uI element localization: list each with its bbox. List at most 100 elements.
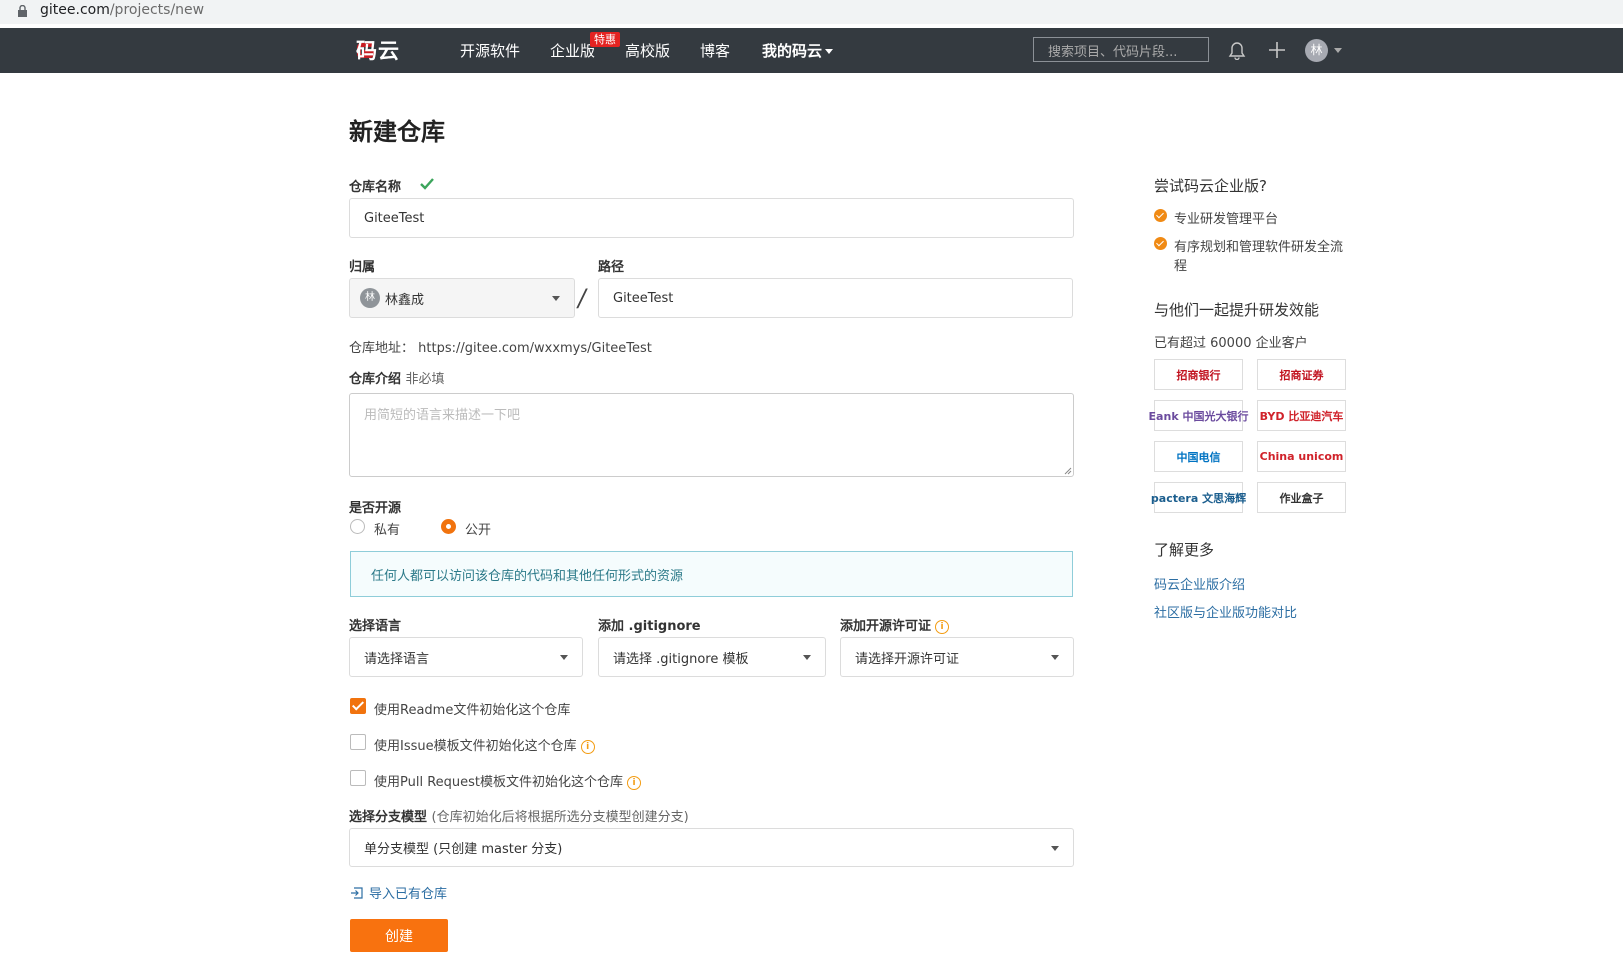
repo-address: 仓库地址： https://gitee.com/wxxmys/GiteeTest [349,337,652,356]
visibility-hint: 任何人都可以访问该仓库的代码和其他任何形式的资源 [350,551,1073,597]
owner-label: 归属 [349,260,376,275]
issue-template-checkbox-row[interactable]: 使用Issue模板文件初始化这个仓库 i [374,735,595,754]
license-label: 添加开源许可证 i [840,615,950,634]
logo-telecom: 中国电信 [1154,441,1243,472]
path-input[interactable]: GiteeTest [598,278,1073,318]
browser-address-bar[interactable]: gitee.com/projects/new [0,0,1623,24]
hot-badge: 特惠 [590,32,620,47]
address-value: https://gitee.com/wxxmys/GiteeTest [418,341,652,356]
search-input[interactable]: 搜索项目、代码片段... [1033,37,1209,62]
description-optional: 非必填 [405,372,445,387]
feature-text: 有序规划和管理软件研发全流程 [1174,240,1344,274]
logo-unicom: China unicom [1257,441,1346,472]
issue-template-checkbox[interactable] [350,734,366,750]
owner-select[interactable]: 林 林鑫成 [349,278,575,318]
url-path: /projects/new [109,2,205,18]
readme-checkbox-label[interactable]: 使用Readme文件初始化这个仓库 [374,699,570,718]
pr-template-checkbox-row[interactable]: 使用Pull Request模板文件初始化这个仓库 i [374,771,642,790]
address-label: 仓库地址： [349,341,415,356]
gitignore-value: 请选择 .gitignore 模板 [613,651,749,667]
branch-model-value: 单分支模型 (只创建 master 分支) [364,842,563,857]
gitignore-label: 添加 .gitignore [598,619,701,634]
enterprise-title: 尝试码云企业版? [1154,177,1267,195]
description-textarea[interactable]: 用简短的语言来描述一下吧 [349,393,1074,477]
language-select[interactable]: 请选择语言 [349,637,583,677]
branch-model-select[interactable]: 单分支模型 (只创建 master 分支) [349,828,1074,867]
chevron-down-icon [825,49,834,54]
import-icon [351,886,363,899]
logo-byd: BYD 比亚迪汽车 [1257,400,1346,431]
feature-item: 有序规划和管理软件研发全流程 [1154,236,1344,274]
create-button[interactable]: 创建 [350,919,448,952]
path-label: 路径 [598,260,625,275]
license-value: 请选择开源许可证 [855,651,960,667]
nav-enterprise[interactable]: 企业版 [550,40,595,61]
language-label: 选择语言 [349,619,402,634]
url-host: gitee.com [40,2,110,18]
info-icon[interactable]: i [935,619,950,634]
radio-public-label[interactable]: 公开 [465,519,491,538]
resize-grip-icon[interactable] [1064,467,1072,475]
enterprise-intro-link[interactable]: 码云企业版介绍 [1154,574,1245,593]
radio-private-label[interactable]: 私有 [374,519,400,538]
owner-value: 林鑫成 [385,292,425,308]
import-repo-link[interactable]: 导入已有仓库 [350,883,447,902]
user-avatar[interactable]: 林 [1305,39,1328,62]
together-title: 与他们一起提升研发效能 [1154,301,1320,319]
import-repo-label: 导入已有仓库 [369,887,448,902]
radio-private[interactable] [350,519,365,534]
chevron-down-icon [803,655,811,660]
check-circle-icon [1154,209,1167,222]
logo-cmb: 招商银行 [1154,359,1243,390]
description-placeholder: 用简短的语言来描述一下吧 [364,408,521,423]
info-icon[interactable]: i [627,775,642,790]
description-label-text: 仓库介绍 [349,372,402,387]
nav-my-gitee-label: 我的码云 [762,42,823,60]
edition-compare-link[interactable]: 社区版与企业版功能对比 [1154,602,1297,621]
gitignore-select[interactable]: 请选择 .gitignore 模板 [598,637,826,677]
repo-name-input[interactable]: GiteeTest [349,198,1074,238]
gitee-logo[interactable]: 码云 [352,36,399,64]
check-circle-icon [1154,237,1167,250]
lock-icon [18,5,27,17]
license-select[interactable]: 请选择开源许可证 [840,637,1074,677]
logo-homework: 作业盒子 [1257,482,1346,513]
path-separator: / [575,284,589,312]
learn-more-title: 了解更多 [1154,541,1215,559]
radio-public[interactable] [441,519,456,534]
feature-text: 专业研发管理平台 [1174,212,1279,227]
info-icon[interactable]: i [580,739,595,754]
logo-text: 码云 [356,39,400,63]
check-icon [420,178,434,190]
bell-icon[interactable] [1228,41,1246,60]
branch-model-label: 选择分支模型 (仓库初始化后将根据所选分支模型创建分支) [349,806,689,825]
page-title: 新建仓库 [349,118,445,146]
owner-avatar: 林 [360,288,380,308]
repo-name-label: 仓库名称 [349,180,402,195]
feature-item: 专业研发管理平台 [1154,208,1278,227]
branch-model-note: (仓库初始化后将根据所选分支模型创建分支) [431,810,689,825]
logo-cms: 招商证券 [1257,359,1346,390]
logo-pactera: pactera 文思海辉 [1151,482,1246,513]
nav-education[interactable]: 高校版 [625,40,670,61]
language-value: 请选择语言 [364,651,430,667]
description-label: 仓库介绍 非必填 [349,368,445,387]
nav-blog[interactable]: 博客 [700,40,730,61]
license-label-text: 添加开源许可证 [840,619,932,634]
readme-checkbox[interactable] [350,698,366,714]
chevron-down-icon [552,296,560,301]
plus-icon[interactable] [1268,41,1286,59]
address-url[interactable]: gitee.com/projects/new [40,2,204,18]
top-navbar: 码云 开源软件 企业版 特惠 高校版 博客 我的码云 搜索项目、代码片段... … [0,28,1623,73]
chevron-down-icon [1051,845,1059,851]
visibility-label: 是否开源 [349,501,402,516]
pr-template-checkbox[interactable] [350,770,366,786]
issue-template-checkbox-label: 使用Issue模板文件初始化这个仓库 [374,739,577,754]
nav-my-gitee[interactable]: 我的码云 [762,40,834,61]
nav-open-source[interactable]: 开源软件 [460,40,520,61]
logo-ceb: Eank 中国光大银行 [1149,400,1248,431]
customers-count: 已有超过 60000 企业客户 [1154,336,1308,351]
pr-template-checkbox-label: 使用Pull Request模板文件初始化这个仓库 [374,775,624,790]
chevron-down-icon [1051,655,1059,660]
avatar-chevron-icon[interactable] [1334,48,1342,53]
